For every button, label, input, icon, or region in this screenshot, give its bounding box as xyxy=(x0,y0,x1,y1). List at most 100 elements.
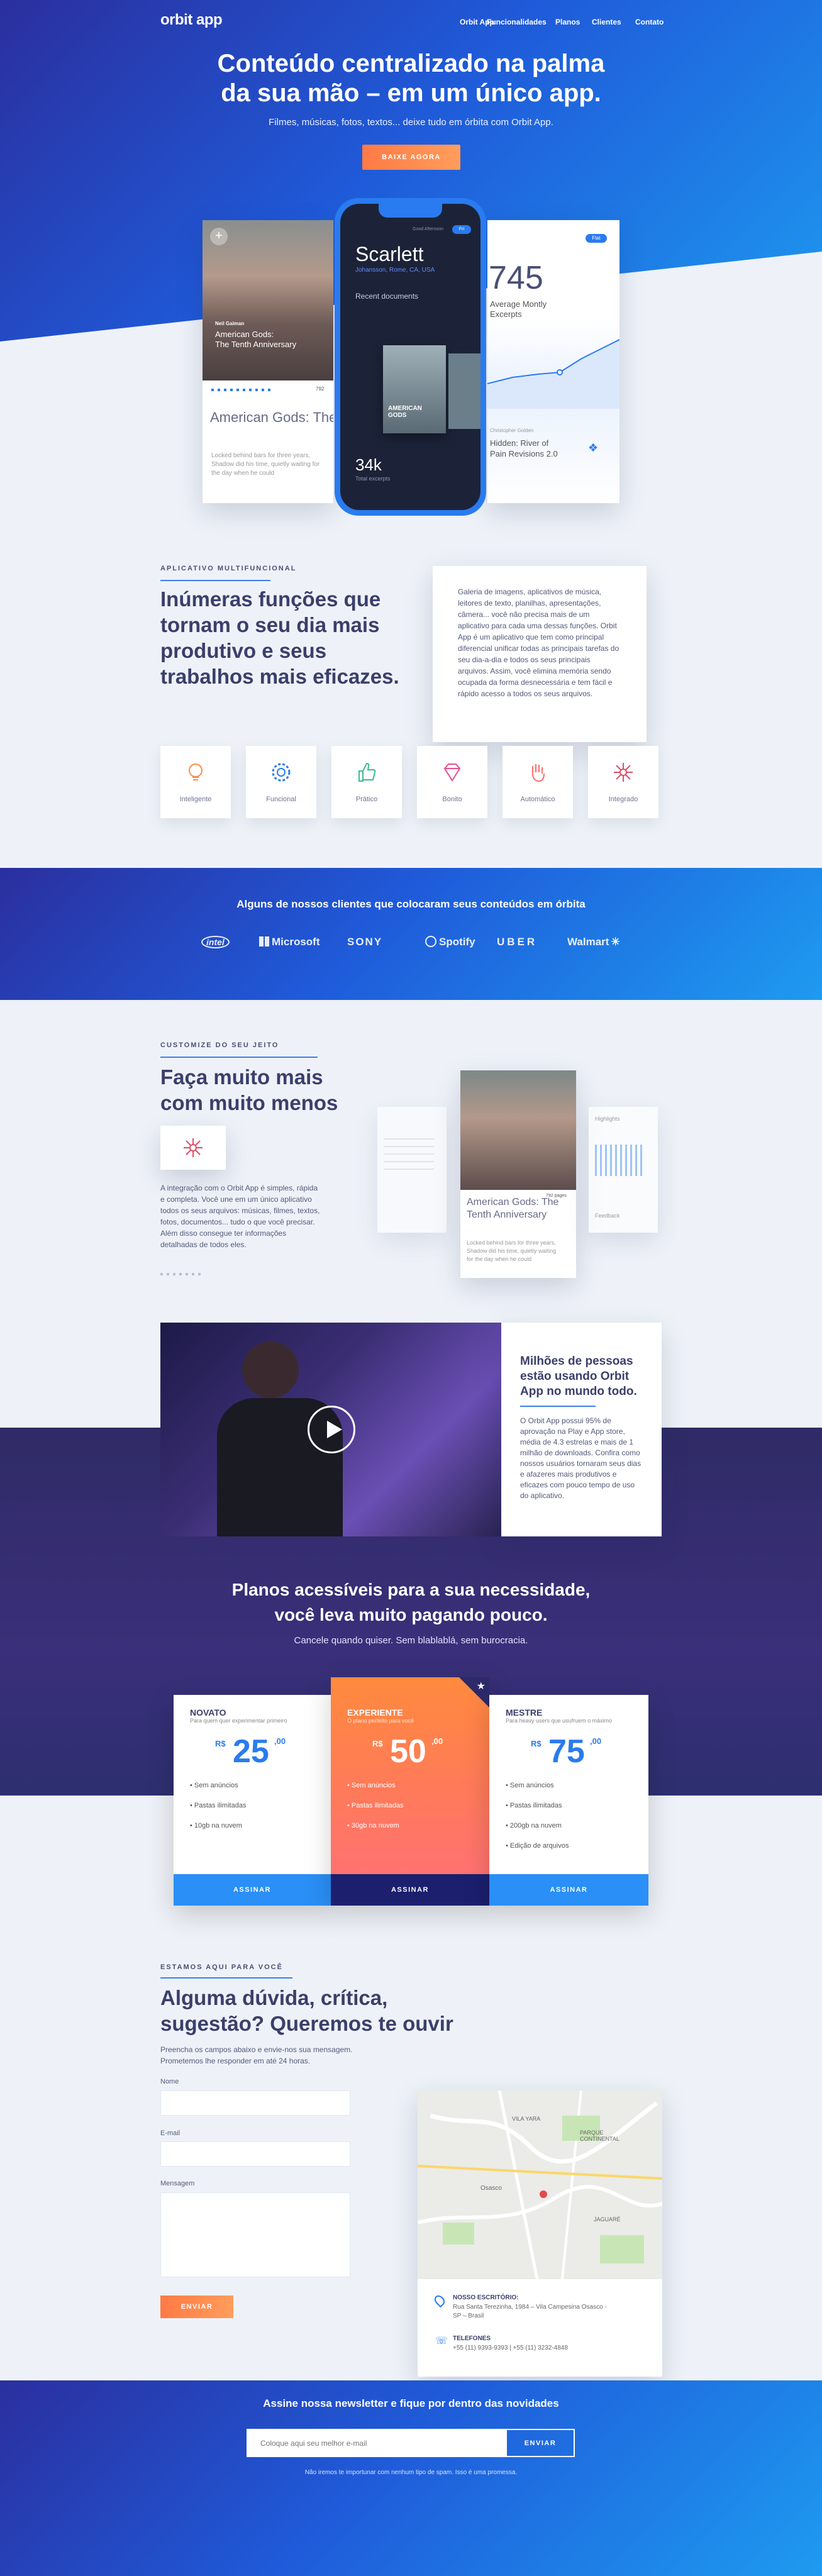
phone-recent-label: Recent documents xyxy=(355,292,419,301)
feature-inteligente: Inteligente xyxy=(160,746,231,818)
play-icon xyxy=(327,1421,342,1438)
name-label: Nome xyxy=(160,2078,179,2085)
client-logo-intel: intel xyxy=(201,936,230,948)
video-info-card: Milhões de pessoas estão usando Orbit Ap… xyxy=(501,1323,662,1536)
phone-badge: Fri xyxy=(452,225,471,234)
map-label-parque: PARQUE CONTINENTAL xyxy=(580,2129,619,2142)
flat-badge: Flat xyxy=(586,234,607,243)
video-thumbnail[interactable] xyxy=(160,1323,501,1536)
mockup-stats-card: Flat 745 Average Montly Excerpts Christo… xyxy=(487,220,619,503)
customize-card-title: American Gods: The Tenth Anniversary xyxy=(467,1197,559,1220)
feature-funcional: Funcional xyxy=(246,746,316,818)
newsletter-submit-button[interactable]: ENVIAR xyxy=(506,2429,575,2457)
carousel-dots[interactable] xyxy=(160,1273,204,1275)
book-title-large: American Gods: The Tenth Anniversa xyxy=(210,409,333,425)
highlights-chart xyxy=(595,1145,645,1176)
feature-automatico: Automático xyxy=(503,746,573,818)
phone-book-cover: AMERICAN GODS xyxy=(383,345,446,433)
nav-funcionalidades[interactable]: Funcionalidades xyxy=(487,18,547,26)
spotify-icon xyxy=(425,936,436,947)
client-logo-spotify: Spotify xyxy=(425,936,475,948)
subscribe-mestre-button[interactable]: ASSINAR xyxy=(489,1874,648,1906)
contact-eyebrow: ESTAMOS AQUI PARA VOCÊ xyxy=(160,1963,283,1971)
contact-subtitle: Preencha os campos abaixo e envie-nos su… xyxy=(160,2045,353,2065)
add-icon: + xyxy=(210,228,228,245)
newsletter-email-input[interactable] xyxy=(247,2429,506,2457)
plan-experiente: ★ EXPERIENTE O plano perfeito para você … xyxy=(331,1677,489,1906)
phone-mockup: Good Afternoon Fri Scarlett Johansson, R… xyxy=(335,198,486,516)
location-pin-icon xyxy=(432,2293,447,2308)
phone-greeting: Good Afternoon xyxy=(413,227,444,231)
features-eyebrow: APLICATIVO MULTIFUNCIONAL xyxy=(160,565,297,572)
customize-side-card-right: Highlights Feedback xyxy=(589,1107,658,1233)
book-pages: 792 xyxy=(316,386,325,392)
client-logo-uber: UBER xyxy=(497,936,538,948)
stat-number: 745 xyxy=(489,260,543,296)
hero-title: Conteúdo centralizado na palma da sua mã… xyxy=(217,50,605,107)
phone-count-label: Total excerpts xyxy=(355,475,391,482)
client-logo-walmart: Walmart ✳ xyxy=(567,936,620,948)
map-label-vila-yara: VILA YARA xyxy=(512,2116,541,2122)
logo[interactable]: orbit app xyxy=(160,11,223,29)
pricing-title: Planos acessíveis para a sua necessidade… xyxy=(231,1580,591,1624)
play-button[interactable] xyxy=(308,1406,355,1453)
map-label-osasco: Osasco xyxy=(480,2185,502,2192)
features-description: Galeria de imagens, aplicativos de músic… xyxy=(458,587,619,698)
features-title: Inúmeras funções que tornam o seu dia ma… xyxy=(160,587,399,688)
client-logo-microsoft: Microsoft xyxy=(259,936,320,948)
customize-icon-card xyxy=(160,1126,226,1170)
nav-planos[interactable]: Planos xyxy=(555,18,580,26)
feature-integrado: Integrado xyxy=(588,746,658,818)
plan-mestre: MESTRE Para heavy users que usufruem o m… xyxy=(489,1695,648,1906)
phones-list: +55 (11) 9393-9393 | +55 (11) 3232-4848 xyxy=(453,2345,568,2351)
phone-icon: ☏ xyxy=(435,2336,448,2346)
download-button[interactable]: BAIXE AGORA xyxy=(362,145,460,170)
message-field[interactable] xyxy=(160,2192,350,2277)
diamond-icon xyxy=(443,763,461,782)
plan-novato: NOVATO Para quem quer experimentar prime… xyxy=(174,1695,331,1906)
subscribe-experiente-button[interactable]: ASSINAR xyxy=(331,1874,489,1906)
customize-title: Faça muito mais com muito menos xyxy=(160,1065,338,1114)
mockup-book-card: + Neil Gaiman American Gods: The Tenth A… xyxy=(203,220,333,503)
map-label-jaguare: JAGUARÉ xyxy=(594,2216,621,2223)
stats-area-chart xyxy=(487,339,619,409)
office-address: Rua Santa Terezinha, 1984 – Vila Campesi… xyxy=(453,2304,607,2319)
star-icon: ★ xyxy=(476,1681,486,1692)
customize-eyebrow: CUSTOMIZE DO SEU JEITO xyxy=(160,1041,279,1049)
contact-submit-button[interactable]: ENVIAR xyxy=(160,2296,233,2318)
customize-description: A integração com o Orbit App é simples, … xyxy=(160,1184,320,1249)
gear-icon xyxy=(272,763,291,782)
feature-bonito: Bonito xyxy=(417,746,487,818)
phones-title: TELEFONES xyxy=(453,2335,491,2342)
microsoft-icon xyxy=(259,936,269,947)
phone-user-location: Johansson, Rome, CA, USA xyxy=(355,267,435,274)
customize-book-card: American Gods: The Tenth Anniversary 792… xyxy=(460,1070,576,1278)
feature-pratico: Prático xyxy=(331,746,402,818)
clients-title: Alguns de nossos clientes que colocaram … xyxy=(236,898,586,910)
message-label: Mensagem xyxy=(160,2180,195,2187)
network-icon xyxy=(614,763,633,782)
name-field[interactable] xyxy=(160,2090,350,2116)
subscribe-novato-button[interactable]: ASSINAR xyxy=(174,1874,331,1906)
nav-clientes[interactable]: Clientes xyxy=(592,18,621,26)
nav-contato[interactable]: Contato xyxy=(635,18,664,26)
newsletter-note: Não iremos te importunar com nenhum tipo… xyxy=(304,2469,518,2476)
customize-photo xyxy=(460,1070,576,1190)
pager-dots xyxy=(211,389,274,391)
book-author: Neil Gaiman xyxy=(215,321,245,326)
thumbs-up-icon xyxy=(358,762,376,782)
customize-side-card-left xyxy=(377,1107,447,1233)
email-label: E-mail xyxy=(160,2129,181,2137)
network-icon xyxy=(184,1138,203,1157)
client-logo-sony: SONY xyxy=(347,936,383,948)
office-card: PARQUE CONTINENTAL VILA YARA JAGUARÉ Osa… xyxy=(418,2090,662,2377)
dropbox-icon: ❖ xyxy=(588,441,599,454)
clients-section xyxy=(0,868,822,1000)
spark-icon: ✳ xyxy=(611,936,620,948)
phone-user-name: Scarlett xyxy=(355,243,424,265)
book-title: American Gods: The Tenth Anniversary xyxy=(215,330,297,349)
newsletter-title: Assine nossa newsletter e fique por dent… xyxy=(263,2397,559,2409)
stat-author: Christopher Golden xyxy=(490,428,534,433)
video-description: O Orbit App possui 95% de aprovação na P… xyxy=(520,1416,641,1500)
email-field[interactable] xyxy=(160,2141,350,2167)
